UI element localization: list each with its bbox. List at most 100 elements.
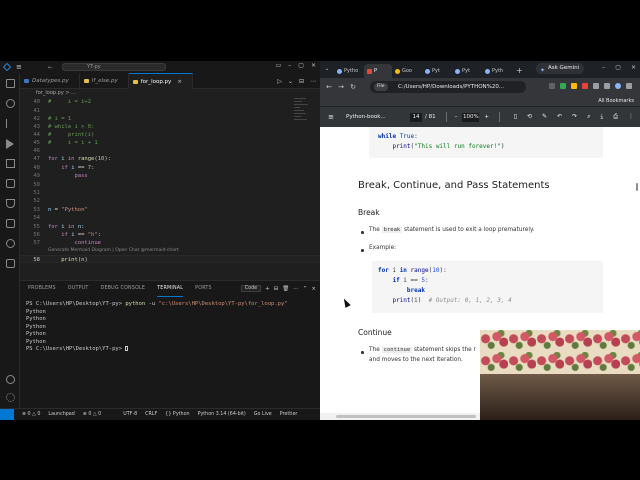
rotate-icon[interactable]: ⟲ xyxy=(527,113,532,121)
zoom-in-icon[interactable]: + xyxy=(484,114,489,120)
extension-yellow-icon[interactable] xyxy=(571,83,577,89)
browser-tab-active[interactable]: P xyxy=(364,64,392,78)
tab-close-icon[interactable]: × xyxy=(177,79,182,85)
status-launchpad[interactable]: Launchpad xyxy=(48,412,74,417)
extensions-icon[interactable] xyxy=(6,159,15,168)
search-pdf-icon[interactable]: ⌕ xyxy=(587,113,590,121)
forward-icon[interactable]: → xyxy=(335,83,347,91)
containers-icon[interactable] xyxy=(6,219,15,228)
annotate-icon[interactable]: ✎ xyxy=(542,113,547,121)
more-options-icon[interactable]: ⋮ xyxy=(628,113,634,121)
breadcrumb[interactable]: for_loop.py > ... xyxy=(20,89,320,98)
print-icon[interactable]: ⎙ xyxy=(613,113,618,121)
chat-icon[interactable] xyxy=(6,259,15,268)
tab-problems[interactable]: PROBLEMS xyxy=(28,281,56,297)
command-center-search[interactable]: YT-py xyxy=(62,63,166,71)
tab-if-else[interactable]: If_else.py xyxy=(80,73,129,89)
account-icon[interactable] xyxy=(6,375,15,384)
testing-icon[interactable] xyxy=(6,199,15,208)
code-editor[interactable]: 40 # i = i+2 41 42 # i = 1 43 # while i > 0: 44… xyxy=(20,98,320,280)
zoom-out-icon[interactable]: – xyxy=(455,114,458,120)
pdf-scrollbar-thumb[interactable] xyxy=(636,183,638,191)
line-number: 42 xyxy=(33,115,40,122)
status-language[interactable]: {} Python xyxy=(165,412,189,417)
terminal-select[interactable]: Code xyxy=(240,285,262,292)
status-problems[interactable]: ⊗ 0 △ 0 xyxy=(22,412,40,417)
maximize-icon[interactable]: ▢ xyxy=(615,64,621,71)
tab-debug-console[interactable]: DEBUG CONSOLE xyxy=(101,281,146,297)
more-actions-icon[interactable]: ⋯ xyxy=(310,78,316,85)
minimap[interactable] xyxy=(294,98,312,198)
timeline-icon[interactable] xyxy=(6,239,15,248)
maximize-icon[interactable]: ▢ xyxy=(298,62,304,69)
tab-ports[interactable]: PORTS xyxy=(195,281,212,297)
fit-page-icon[interactable]: ▯ xyxy=(514,113,517,121)
kebab-menu-icon[interactable] xyxy=(626,83,632,89)
status-go-live[interactable]: Go Live xyxy=(254,412,272,417)
remote-indicator-icon[interactable] xyxy=(0,408,14,420)
maximize-panel-icon[interactable]: ⌃ xyxy=(303,286,308,292)
tab-output[interactable]: OUTPUT xyxy=(68,281,89,297)
run-debug-icon[interactable] xyxy=(6,139,14,149)
pdf-outline-icon[interactable]: ≡ xyxy=(324,113,338,121)
extension-red-icon[interactable] xyxy=(582,83,588,89)
tab-search-icon[interactable]: ⌄ xyxy=(320,61,334,78)
line-number: 53 xyxy=(33,206,40,213)
pdf-page-input[interactable]: 14 xyxy=(410,112,422,122)
codelens[interactable]: Generate Mermaid Diagram | Open Chat @me… xyxy=(20,247,320,255)
code-line: 43 # while i > 0: xyxy=(20,123,320,131)
tab-datatypes[interactable]: Datatypes.py xyxy=(20,73,80,89)
close-panel-icon[interactable]: × xyxy=(311,286,316,292)
search-icon[interactable] xyxy=(6,99,15,108)
close-icon[interactable]: × xyxy=(631,64,636,71)
split-editor-icon[interactable]: ⊟ xyxy=(299,78,304,85)
browser-tab[interactable]: Pyth xyxy=(482,64,512,78)
file-chip[interactable]: File xyxy=(374,83,388,91)
redo-icon[interactable]: ↷ xyxy=(572,113,577,121)
address-bar[interactable]: File C:/Users/HP/Downloads/PYTHON%20... xyxy=(370,81,526,93)
explorer-icon[interactable] xyxy=(6,79,15,88)
download-pdf-icon[interactable]: ⤓ xyxy=(601,113,604,121)
browser-tab[interactable]: Pytho xyxy=(334,64,364,78)
extension-green-icon[interactable] xyxy=(560,83,566,89)
terminal-output[interactable]: PS C:\Users\HP\Desktop\YT-py> python -u … xyxy=(26,301,316,354)
back-icon[interactable]: ← xyxy=(323,83,335,91)
status-ports[interactable]: ⊗ 0 △ 0 xyxy=(83,412,101,417)
minimize-icon[interactable]: – xyxy=(288,62,291,69)
status-encoding[interactable]: UTF-8 xyxy=(123,412,137,417)
reload-icon[interactable]: ↻ xyxy=(347,83,359,91)
browser-tab[interactable]: Pyt xyxy=(452,64,482,78)
run-dropdown-icon[interactable]: ⌄ xyxy=(288,78,293,85)
download-icon[interactable] xyxy=(604,83,610,89)
more-icon[interactable]: ⋯ xyxy=(293,286,299,292)
bookmark-star-icon[interactable] xyxy=(549,83,555,89)
menu-icon[interactable]: ≡ xyxy=(16,63,22,71)
new-tab-icon[interactable]: + xyxy=(516,64,523,78)
status-interpreter[interactable]: Python 3.14 (64-bit) xyxy=(198,412,246,417)
minimize-icon[interactable]: – xyxy=(602,64,605,71)
gear-icon[interactable] xyxy=(6,393,15,402)
undo-icon[interactable]: ↶ xyxy=(557,113,562,121)
status-prettier[interactable]: Prettier xyxy=(280,412,298,417)
browser-tab[interactable]: Pyt xyxy=(422,64,452,78)
profile-icon[interactable] xyxy=(615,83,621,89)
new-terminal-icon[interactable]: + xyxy=(265,286,270,292)
pdf-zoom-input[interactable]: 100% xyxy=(462,112,480,122)
line-number: 47 xyxy=(33,156,40,162)
ask-gemini-button[interactable]: ✦ Ask Gemini xyxy=(536,63,585,74)
code-text: if i == 7: xyxy=(61,165,95,171)
horizontal-scrollbar-thumb[interactable] xyxy=(336,415,476,418)
layout-icon[interactable]: ▭ xyxy=(276,62,282,69)
all-bookmarks-button[interactable]: All Bookmarks xyxy=(598,96,634,107)
split-terminal-icon[interactable]: ⊟ xyxy=(274,286,279,292)
puzzle-icon[interactable] xyxy=(593,83,599,89)
close-icon[interactable]: × xyxy=(311,62,316,69)
remote-explorer-icon[interactable] xyxy=(6,179,15,188)
tab-terminal[interactable]: TERMINAL xyxy=(157,281,184,297)
status-eol[interactable]: CRLF xyxy=(145,412,157,417)
browser-tab[interactable]: Goo xyxy=(392,64,422,78)
trash-icon[interactable]: 🗑 xyxy=(282,286,289,292)
run-file-icon[interactable]: ▷ xyxy=(277,78,282,85)
tab-for-loop[interactable]: for_loop.py × xyxy=(128,73,193,89)
source-control-icon[interactable] xyxy=(6,119,12,128)
